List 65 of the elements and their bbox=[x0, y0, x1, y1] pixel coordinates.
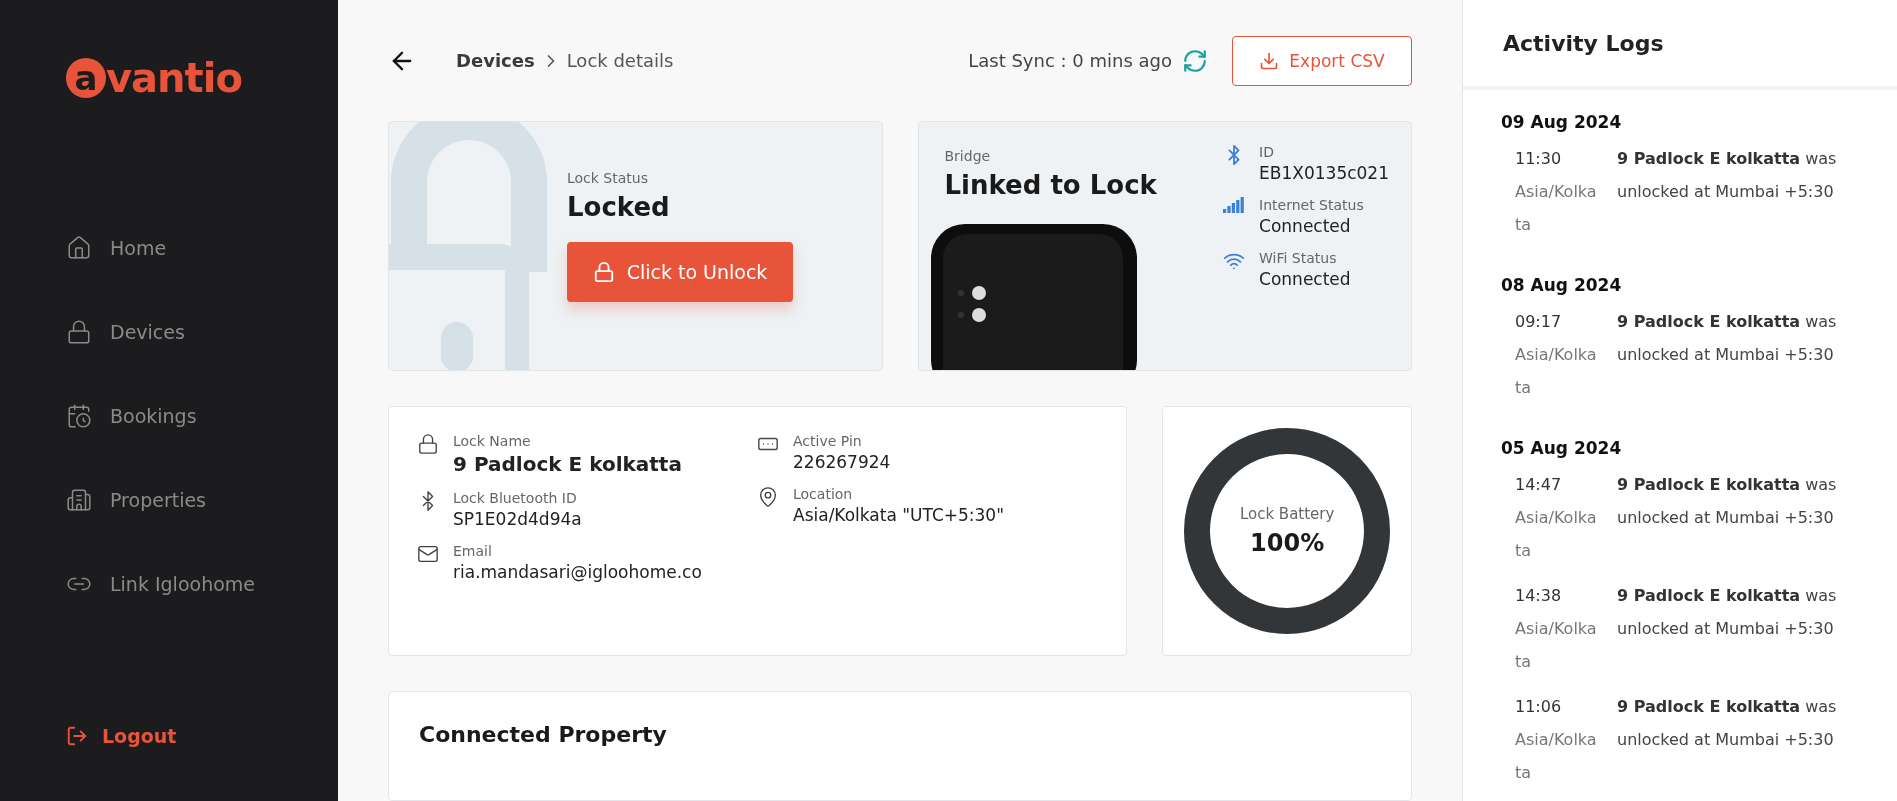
bridge-title: Linked to Lock bbox=[944, 170, 1157, 201]
log-message: 9 Padlock E kolkatta was unlocked at Mumbai +5:30 bbox=[1617, 148, 1838, 203]
field-value: Asia/Kolkata "UTC+5:30" bbox=[793, 505, 1004, 526]
last-sync-text: Last Sync : 0 mins ago bbox=[968, 50, 1172, 72]
log-date: 09 Aug 2024 bbox=[1501, 112, 1623, 132]
battery-reading: 100% bbox=[1249, 529, 1326, 558]
field-value: 226267924 bbox=[793, 452, 891, 473]
log-timezone: Asia/Kolkata bbox=[1515, 618, 1598, 673]
breadcrumb-item[interactable]: Devices bbox=[456, 50, 535, 72]
building-icon bbox=[66, 487, 92, 513]
bridge-detail-label: ID bbox=[1259, 144, 1275, 161]
log-message: 9 Padlock E kolkatta was unlocked at Mumbai +5:30 bbox=[1617, 696, 1838, 751]
avantio-logo: a vantio bbox=[66, 58, 338, 98]
refresh-icon[interactable] bbox=[1182, 47, 1208, 74]
log-time: 11:06 bbox=[1515, 696, 1563, 718]
home-icon bbox=[66, 235, 92, 261]
bridge-label: Bridge bbox=[944, 148, 992, 165]
log-date: 05 Aug 2024 bbox=[1501, 438, 1623, 458]
field-label: Lock Name bbox=[453, 433, 532, 450]
field-label: Lock Bluetooth ID bbox=[453, 490, 578, 507]
log-time: 14:38 bbox=[1515, 585, 1563, 607]
activity-logs-title: Activity Logs bbox=[1463, 0, 1897, 90]
log-timezone: Asia/Kolkata bbox=[1515, 507, 1598, 562]
download-icon bbox=[1259, 50, 1280, 71]
nav-item[interactable]: Properties bbox=[66, 458, 338, 542]
bridge-detail-label: Internet Status bbox=[1259, 197, 1364, 214]
log-message: 9 Padlock E kolkatta was unlocked at Mumbai +5:30 bbox=[1617, 585, 1838, 640]
nav-item[interactable]: Link Igloohome bbox=[66, 542, 338, 626]
padlock-icon bbox=[592, 261, 615, 284]
lock-status-label: Lock Status bbox=[567, 170, 649, 187]
bridge-detail-value: Connected bbox=[1259, 216, 1352, 237]
nav-item[interactable]: Bookings bbox=[66, 374, 338, 458]
log-time: 11:30 bbox=[1515, 148, 1563, 170]
padlock-icon bbox=[66, 319, 92, 345]
unlock-button[interactable]: Click to Unlock bbox=[567, 242, 793, 303]
lock-status-value: Locked bbox=[567, 192, 671, 223]
field-value: SP1E02d4d94a bbox=[453, 509, 582, 530]
bridge-detail-value: Connected bbox=[1259, 269, 1351, 290]
bridge-detail-label: WiFi Status bbox=[1259, 250, 1338, 267]
nav-item[interactable]: Devices bbox=[66, 290, 338, 374]
field-label: Location bbox=[793, 486, 854, 503]
log-time: 14:47 bbox=[1515, 474, 1563, 496]
padlock-icon bbox=[417, 433, 439, 456]
field-label: Active Pin bbox=[793, 433, 863, 450]
connected-property-title: Connected Property bbox=[419, 722, 668, 748]
log-time: 09:17 bbox=[1515, 311, 1563, 333]
breadcrumb-item: Lock details bbox=[566, 50, 674, 72]
log-message: 9 Padlock E kolkatta was unlocked at Mumbai +5:30 bbox=[1617, 311, 1838, 366]
signal-bars-icon bbox=[1223, 197, 1246, 214]
battery-label: Lock Battery bbox=[1239, 505, 1335, 524]
log-timezone: Asia/Kolkata bbox=[1515, 729, 1598, 784]
log-timezone: Asia/Kolkata bbox=[1515, 181, 1598, 236]
log-date: 08 Aug 2024 bbox=[1501, 275, 1623, 295]
logout-icon bbox=[66, 725, 88, 747]
nav-item[interactable]: Home bbox=[66, 206, 338, 290]
logout-link[interactable]: Logout bbox=[66, 725, 338, 747]
field-value: ria.mandasari@igloohome.co bbox=[453, 562, 702, 583]
field-label: Email bbox=[453, 543, 493, 560]
bridge-detail-value: EB1X0135c021 bbox=[1259, 163, 1389, 184]
location-pin-icon bbox=[757, 486, 779, 509]
export-csv-button[interactable]: Export CSV bbox=[1232, 35, 1412, 86]
log-timezone: Asia/Kolkata bbox=[1515, 344, 1598, 399]
log-message: 9 Padlock E kolkatta was unlocked at Mumbai +5:30 bbox=[1617, 474, 1838, 529]
calendar-icon bbox=[66, 403, 92, 429]
field-value: 9 Padlock E kolkatta bbox=[453, 452, 682, 477]
